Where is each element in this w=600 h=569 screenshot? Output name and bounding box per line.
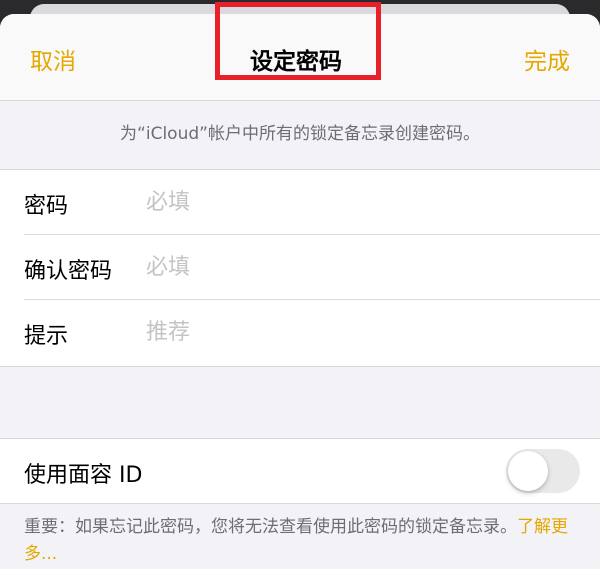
faceid-label: 使用面容 ID	[24, 463, 143, 488]
hint-label: 提示	[24, 324, 69, 349]
toggle-knob	[508, 451, 548, 491]
footer-note: 重要：如果忘记此密码，您将无法查看使用此密码的锁定备忘录。了解更多...	[24, 514, 580, 568]
hint-row: 提示	[0, 300, 600, 365]
set-password-sheet: 取消 设定密码 完成 为“iCloud”帐户中所有的锁定备忘录创建密码。 密码 …	[0, 14, 600, 569]
confirm-password-row: 确认密码	[0, 235, 600, 300]
section-description: 为“iCloud”帐户中所有的锁定备忘录创建密码。	[120, 124, 480, 144]
cancel-button[interactable]: 取消	[30, 42, 76, 76]
hint-field[interactable]	[146, 312, 576, 352]
footer-note-text: 重要：如果忘记此密码，您将无法查看使用此密码的锁定备忘录。	[24, 517, 517, 537]
confirm-password-field[interactable]	[146, 247, 576, 287]
password-label: 密码	[24, 194, 69, 219]
password-field[interactable]	[146, 182, 576, 222]
done-button[interactable]: 完成	[524, 42, 570, 76]
confirm-password-label: 确认密码	[24, 259, 113, 284]
faceid-row: 使用面容 ID	[0, 438, 600, 504]
password-form: 密码 确认密码 提示	[0, 169, 600, 367]
password-row: 密码	[0, 170, 600, 235]
faceid-toggle[interactable]	[506, 449, 580, 493]
highlight-annotation-box	[215, 2, 381, 80]
